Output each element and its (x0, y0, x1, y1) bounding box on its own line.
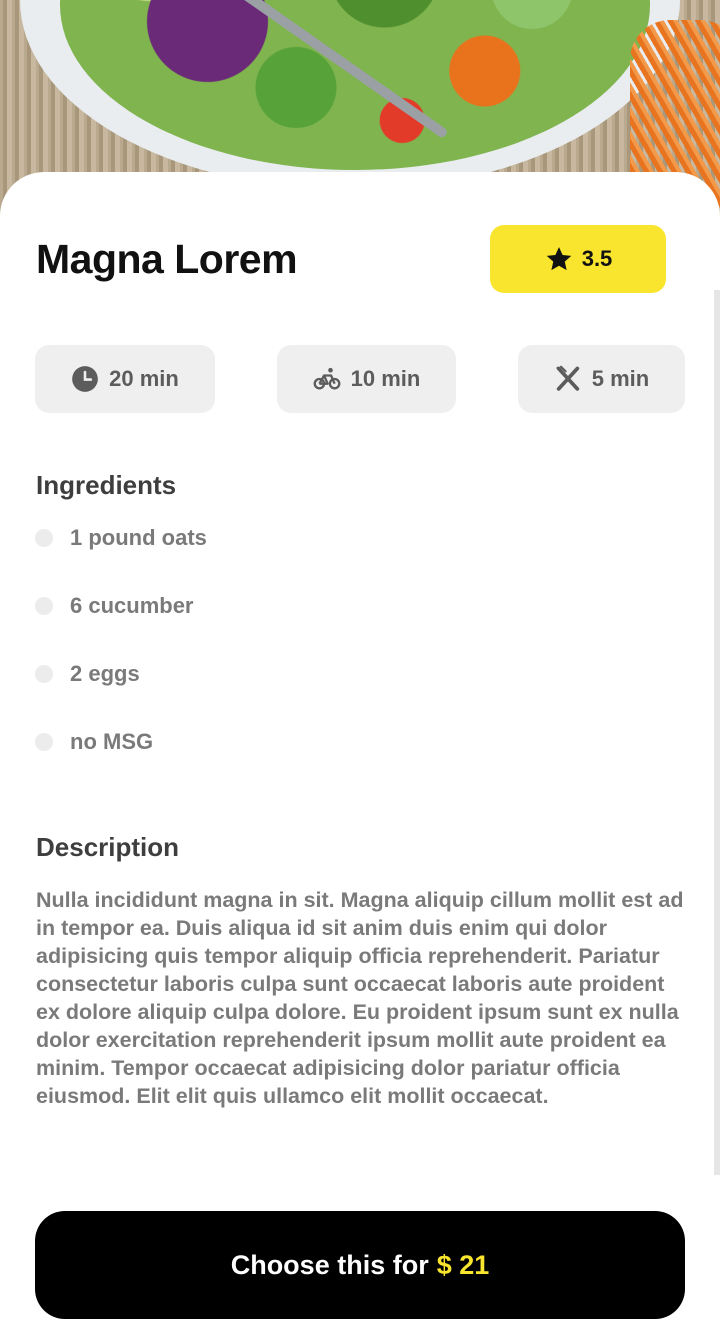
choose-button[interactable]: Choose this for $ 21 (35, 1211, 685, 1319)
bullet-icon (35, 529, 53, 547)
ingredients-heading: Ingredients (36, 470, 177, 500)
rating-badge: 3.5 (490, 225, 666, 293)
description-text: Nulla incididunt magna in sit. Magna ali… (36, 888, 684, 1108)
ingredient-item: 2 eggs (35, 661, 140, 687)
bullet-icon (35, 733, 53, 751)
choose-button-label: Choose this for (230, 1249, 429, 1280)
price-label: $ 21 (436, 1249, 490, 1280)
prep-time-label: 20 min (109, 366, 179, 391)
delivery-time-label: 10 min (350, 366, 421, 391)
scrollbar[interactable] (714, 290, 720, 1175)
recipe-title: Magna Lorem (36, 236, 298, 282)
eat-time-label: 5 min (591, 366, 650, 391)
ingredient-item: 6 cucumber (35, 593, 194, 619)
eat-time-chip: 5 min (518, 345, 685, 413)
bullet-icon (35, 597, 53, 615)
rating-value: 3.5 (581, 246, 613, 271)
bullet-icon (35, 665, 53, 683)
ingredient-item: 1 pound oats (35, 525, 207, 551)
ingredient-label: 2 eggs (70, 661, 140, 686)
delivery-time-chip: 10 min (277, 345, 456, 413)
utensils-icon (556, 365, 579, 391)
ingredient-label: 6 cucumber (70, 593, 194, 618)
ingredient-item: no MSG (35, 729, 153, 755)
star-icon (546, 247, 571, 271)
ingredient-label: no MSG (70, 729, 154, 754)
description-heading: Description (36, 832, 180, 862)
prep-time-chip: 20 min (35, 345, 215, 413)
ingredient-label: 1 pound oats (70, 525, 207, 550)
clock-icon (72, 366, 98, 392)
bike-icon (313, 367, 341, 390)
